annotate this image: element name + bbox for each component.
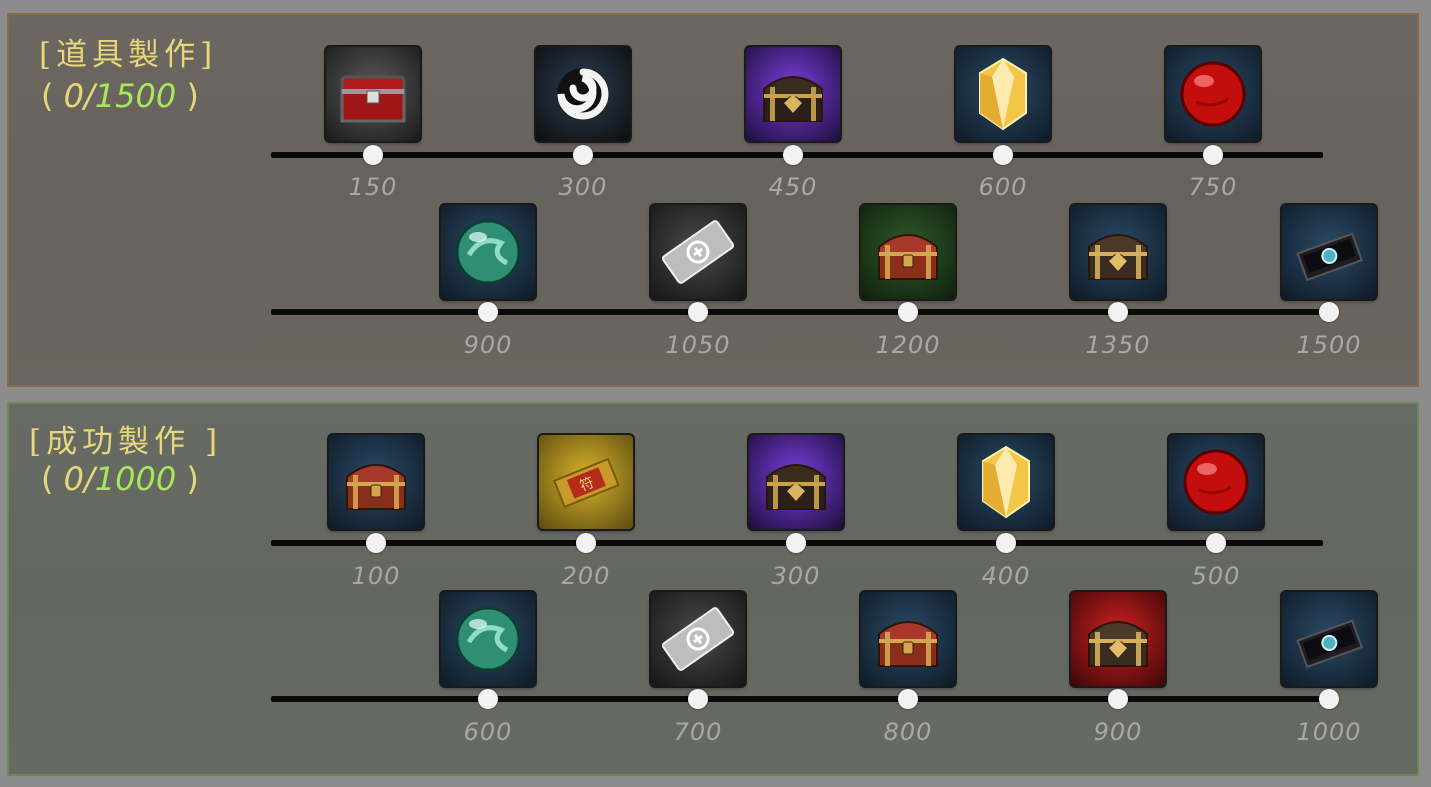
success-craft-reward-900[interactable] xyxy=(1071,592,1165,686)
item-craft-threshold-label: 750 xyxy=(1188,173,1238,201)
item-craft-panel: [道具製作] ( 0/1500 ) 150 300 450 600 750 90 xyxy=(7,13,1419,387)
item-craft-milestone-node xyxy=(478,302,498,322)
gold-talisman-icon: 符 xyxy=(539,435,633,529)
success-craft-threshold-label: 600 xyxy=(463,718,513,746)
success-craft-threshold-label: 700 xyxy=(673,718,723,746)
item-craft-reward-900[interactable] xyxy=(441,205,535,299)
item-craft-reward-600[interactable] xyxy=(956,47,1050,141)
item-craft-threshold-label: 1350 xyxy=(1085,331,1151,359)
success-craft-reward-600[interactable] xyxy=(441,592,535,686)
success-craft-milestone-node xyxy=(898,689,918,709)
item-craft-milestone-node xyxy=(993,145,1013,165)
item-craft-threshold-label: 1500 xyxy=(1296,331,1362,359)
gold-crystal-icon xyxy=(959,435,1053,529)
item-craft-threshold-label: 900 xyxy=(463,331,513,359)
gold-crystal-icon xyxy=(956,47,1050,141)
item-craft-milestone-node xyxy=(688,302,708,322)
success-craft-reward-1000[interactable] xyxy=(1282,592,1376,686)
success-craft-progress: ( 0/1000 ) xyxy=(41,460,199,498)
item-craft-progress-total: 1500 xyxy=(94,77,177,115)
item-craft-reward-750[interactable] xyxy=(1166,47,1260,141)
success-craft-threshold-label: 500 xyxy=(1191,562,1241,590)
item-craft-progress: ( 0/1500 ) xyxy=(41,77,199,115)
jewel-box-icon xyxy=(1282,592,1376,686)
success-craft-reward-100[interactable] xyxy=(329,435,423,529)
wooden-chest-green-icon xyxy=(861,205,955,299)
success-craft-milestone-node xyxy=(478,689,498,709)
jade-orb-icon xyxy=(441,205,535,299)
wooden-chest-icon xyxy=(861,592,955,686)
success-craft-threshold-label: 300 xyxy=(771,562,821,590)
item-craft-milestone-node xyxy=(363,145,383,165)
item-craft-milestone-node xyxy=(1319,302,1339,322)
success-craft-milestone-node xyxy=(996,533,1016,553)
red-orb-icon xyxy=(1169,435,1263,529)
item-craft-reward-300[interactable] xyxy=(536,47,630,141)
success-craft-threshold-label: 100 xyxy=(351,562,401,590)
wooden-chest-icon xyxy=(329,435,423,529)
item-craft-reward-150[interactable] xyxy=(326,47,420,141)
red-chest-icon xyxy=(326,47,420,141)
success-craft-milestone-node xyxy=(1108,689,1128,709)
item-craft-track-row2 xyxy=(271,309,1323,315)
item-craft-reward-450[interactable] xyxy=(746,47,840,141)
purple-ornate-chest-icon xyxy=(749,435,843,529)
item-craft-reward-1200[interactable] xyxy=(861,205,955,299)
success-craft-track-row2 xyxy=(271,696,1323,702)
success-craft-title: [成功製作 ] xyxy=(29,424,223,460)
item-craft-milestone-node xyxy=(1108,302,1128,322)
item-craft-title: [道具製作] xyxy=(39,37,218,73)
item-craft-milestone-node xyxy=(898,302,918,322)
jade-orb-icon xyxy=(441,592,535,686)
item-craft-threshold-label: 300 xyxy=(558,173,608,201)
item-craft-threshold-label: 600 xyxy=(978,173,1028,201)
success-craft-reward-700[interactable] xyxy=(651,592,745,686)
silver-ticket-icon xyxy=(651,205,745,299)
item-craft-reward-1050[interactable] xyxy=(651,205,745,299)
silver-ticket-icon xyxy=(651,592,745,686)
success-craft-threshold-label: 900 xyxy=(1093,718,1143,746)
ornate-chest-icon xyxy=(1071,205,1165,299)
success-craft-progress-total: 1000 xyxy=(94,460,177,498)
success-craft-milestone-node xyxy=(1206,533,1226,553)
success-craft-milestone-node xyxy=(688,689,708,709)
item-craft-reward-1350[interactable] xyxy=(1071,205,1165,299)
item-craft-milestone-node xyxy=(1203,145,1223,165)
item-craft-threshold-label: 1050 xyxy=(665,331,731,359)
item-craft-threshold-label: 450 xyxy=(768,173,818,201)
item-craft-milestone-node xyxy=(573,145,593,165)
success-craft-threshold-label: 800 xyxy=(883,718,933,746)
success-craft-threshold-label: 1000 xyxy=(1296,718,1362,746)
jewel-box-icon xyxy=(1282,205,1376,299)
success-craft-threshold-label: 200 xyxy=(561,562,611,590)
success-craft-milestone-node xyxy=(576,533,596,553)
item-craft-progress-current: 0 xyxy=(63,77,85,115)
purple-ornate-chest-icon xyxy=(746,47,840,141)
success-craft-milestone-node xyxy=(366,533,386,553)
success-craft-threshold-label: 400 xyxy=(981,562,1031,590)
success-craft-reward-400[interactable] xyxy=(959,435,1053,529)
success-craft-progress-current: 0 xyxy=(63,460,85,498)
success-craft-panel: [成功製作 ] ( 0/1000 ) 100 符 200 300 400 500… xyxy=(7,402,1419,776)
success-craft-reward-800[interactable] xyxy=(861,592,955,686)
success-craft-reward-500[interactable] xyxy=(1169,435,1263,529)
success-craft-reward-300[interactable] xyxy=(749,435,843,529)
red-ornate-chest-icon xyxy=(1071,592,1165,686)
red-orb-icon xyxy=(1166,47,1260,141)
success-craft-milestone-node xyxy=(1319,689,1339,709)
success-craft-reward-200[interactable]: 符 xyxy=(539,435,633,529)
item-craft-reward-1500[interactable] xyxy=(1282,205,1376,299)
item-craft-milestone-node xyxy=(783,145,803,165)
white-swirl-icon xyxy=(536,47,630,141)
success-craft-milestone-node xyxy=(786,533,806,553)
item-craft-threshold-label: 150 xyxy=(348,173,398,201)
item-craft-threshold-label: 1200 xyxy=(875,331,941,359)
